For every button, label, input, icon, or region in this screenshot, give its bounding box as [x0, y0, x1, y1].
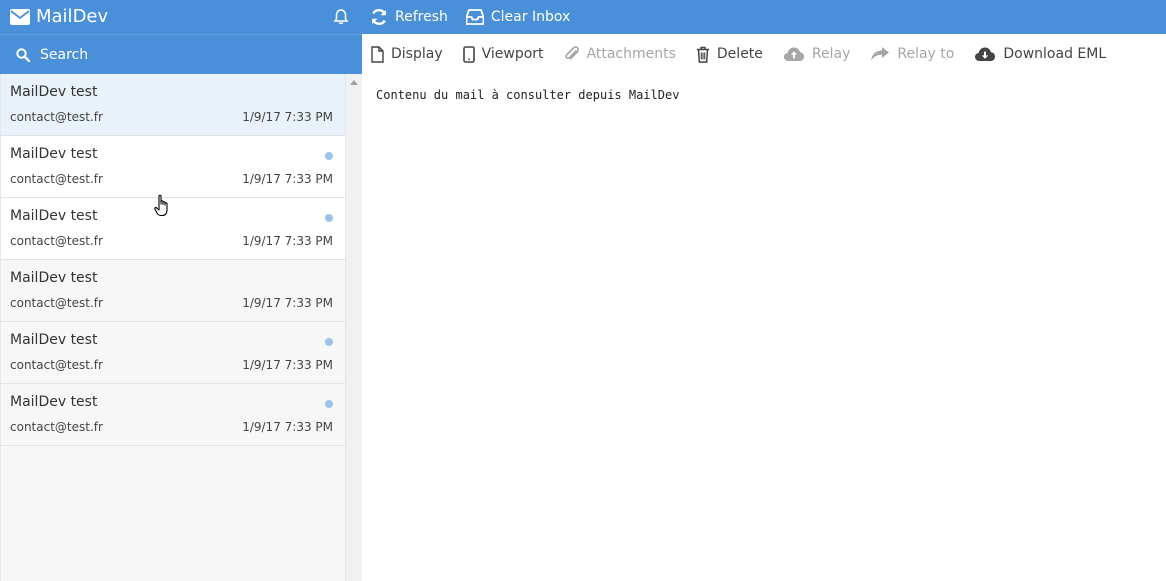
- search-icon: [16, 47, 30, 62]
- bell-icon[interactable]: [331, 7, 351, 27]
- mail-from: contact@test.fr: [10, 172, 103, 186]
- display-button[interactable]: Display: [371, 45, 443, 63]
- mail-item-2[interactable]: MailDev test contact@test.fr 1/9/17 7:33…: [1, 136, 345, 198]
- mail-subject: MailDev test: [10, 394, 98, 410]
- unread-indicator: [325, 214, 333, 222]
- clear-inbox-button[interactable]: Clear Inbox: [465, 9, 571, 25]
- brand[interactable]: MailDev: [10, 0, 108, 34]
- refresh-label: Refresh: [395, 9, 448, 25]
- relay-label: Relay: [811, 46, 851, 62]
- header-actions: Refresh Clear Inbox: [370, 0, 570, 34]
- envelope-icon: [10, 9, 30, 25]
- hand-cursor-icon: [154, 194, 168, 217]
- trash-icon: [696, 46, 709, 63]
- download-eml-label: Download EML: [1003, 46, 1107, 62]
- mail-item-3[interactable]: MailDev test contact@test.fr 1/9/17 7:33…: [1, 198, 345, 260]
- mail-date: 1/9/17 7:33 PM: [242, 110, 333, 124]
- maildev-app: MailDev Refresh Clear Inbox Search MailD…: [0, 0, 1166, 581]
- mail-date: 1/9/17 7:33 PM: [242, 296, 333, 310]
- mail-subject: MailDev test: [10, 84, 98, 100]
- message-body: Contenu du mail à consulter depuis MailD…: [376, 88, 680, 102]
- unread-indicator: [325, 152, 333, 160]
- refresh-icon: [371, 8, 387, 26]
- mail-item-4[interactable]: MailDev test contact@test.fr 1/9/17 7:33…: [1, 260, 345, 322]
- mail-from: contact@test.fr: [10, 420, 103, 434]
- inbox-icon: [465, 9, 484, 25]
- mail-date: 1/9/17 7:33 PM: [242, 420, 333, 434]
- refresh-button[interactable]: Refresh: [370, 8, 448, 26]
- attachments-label: Attachments: [586, 46, 676, 62]
- mail-subject: MailDev test: [10, 270, 98, 286]
- viewport-label: Viewport: [481, 46, 544, 62]
- attachments-button[interactable]: Attachments: [564, 45, 676, 63]
- file-icon: [371, 45, 384, 63]
- clear-inbox-label: Clear Inbox: [490, 9, 571, 25]
- mail-item-5[interactable]: MailDev test contact@test.fr 1/9/17 7:33…: [1, 322, 345, 384]
- message-toolbar: Display Viewport Attachments Delete Rela…: [362, 34, 1166, 74]
- display-label: Display: [391, 46, 443, 62]
- unread-indicator: [325, 338, 333, 346]
- relay-to-button[interactable]: Relay to: [870, 46, 954, 62]
- mail-from: contact@test.fr: [10, 296, 103, 310]
- viewport-button[interactable]: Viewport: [462, 45, 544, 63]
- relay-to-label: Relay to: [897, 46, 955, 62]
- scrollbar[interactable]: [346, 74, 362, 581]
- relay-button[interactable]: Relay: [783, 46, 850, 62]
- mail-date: 1/9/17 7:33 PM: [242, 234, 333, 248]
- mail-subject: MailDev test: [10, 208, 98, 224]
- cloud-upload-icon: [783, 47, 804, 61]
- mail-from: contact@test.fr: [10, 234, 103, 248]
- mail-item-6[interactable]: MailDev test contact@test.fr 1/9/17 7:33…: [1, 384, 345, 446]
- search-bar: [0, 34, 362, 74]
- share-arrow-icon: [871, 47, 890, 61]
- mail-from: contact@test.fr: [10, 110, 103, 124]
- mail-subject: MailDev test: [10, 332, 98, 348]
- search-input[interactable]: [38, 45, 338, 64]
- download-eml-button[interactable]: Download EML: [974, 46, 1106, 62]
- mail-list: MailDev test contact@test.fr 1/9/17 7:33…: [0, 74, 346, 581]
- delete-label: Delete: [716, 46, 763, 62]
- mail-item-1[interactable]: MailDev test contact@test.fr 1/9/17 7:33…: [1, 74, 345, 136]
- app-title: MailDev: [36, 6, 109, 27]
- mail-date: 1/9/17 7:33 PM: [242, 172, 333, 186]
- scroll-up-arrow[interactable]: [350, 80, 358, 85]
- paperclip-icon: [564, 45, 579, 60]
- cloud-download-icon: [975, 47, 996, 61]
- unread-indicator: [325, 400, 333, 408]
- top-bar: MailDev Refresh Clear Inbox: [0, 0, 1166, 34]
- mail-subject: MailDev test: [10, 146, 98, 162]
- delete-button[interactable]: Delete: [696, 46, 763, 63]
- mail-date: 1/9/17 7:33 PM: [242, 358, 333, 372]
- mail-from: contact@test.fr: [10, 358, 103, 372]
- tablet-icon: [462, 45, 475, 63]
